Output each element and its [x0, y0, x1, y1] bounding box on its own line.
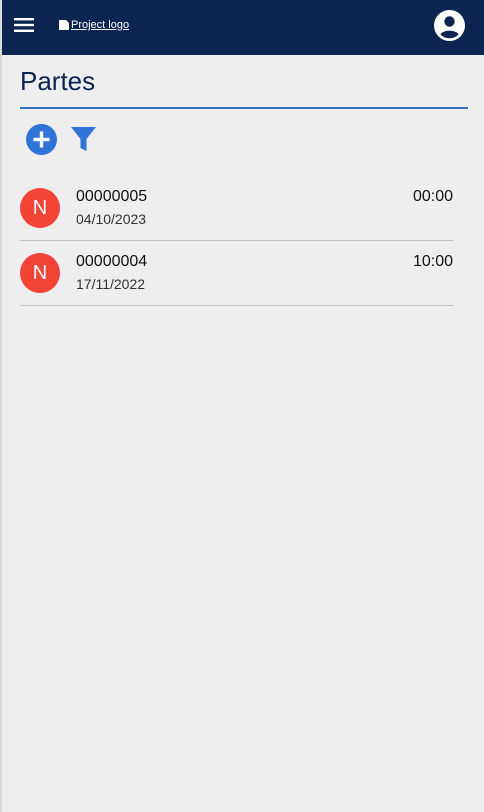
avatar: N: [20, 188, 60, 228]
account-circle-icon: [434, 10, 465, 41]
page-title: Partes: [20, 66, 96, 96]
title-divider: [20, 107, 468, 109]
parte-date: 17/11/2022: [76, 276, 146, 292]
parte-number: 00000005: [76, 188, 148, 205]
parte-time: 10:00: [412, 253, 453, 270]
menu-button[interactable]: [14, 15, 34, 35]
broken-image-icon: [59, 20, 69, 30]
parte-time: 00:00: [412, 188, 453, 205]
filter-button[interactable]: [70, 126, 97, 153]
partes-list: N 00000005 04/10/2023 00:00 N 00000004 1…: [20, 176, 453, 306]
account-button[interactable]: [434, 10, 465, 41]
top-app-bar: Project logo: [2, 0, 484, 55]
app-frame: Project logo Partes N 00000005 04/10/202…: [0, 0, 484, 812]
list-item[interactable]: N 00000004 17/11/2022 10:00: [20, 241, 453, 306]
hamburger-menu-icon: [14, 18, 34, 32]
avatar: N: [20, 253, 60, 293]
list-item[interactable]: N 00000005 04/10/2023 00:00: [20, 176, 453, 241]
filter-icon: [71, 127, 96, 151]
add-circle-icon: [26, 124, 57, 155]
parte-number: 00000004: [76, 253, 148, 270]
project-logo-link[interactable]: Project logo: [59, 17, 129, 33]
parte-date: 04/10/2023: [76, 211, 147, 227]
add-parte-button[interactable]: [26, 124, 57, 155]
project-logo-alt-text: Project logo: [71, 19, 130, 31]
